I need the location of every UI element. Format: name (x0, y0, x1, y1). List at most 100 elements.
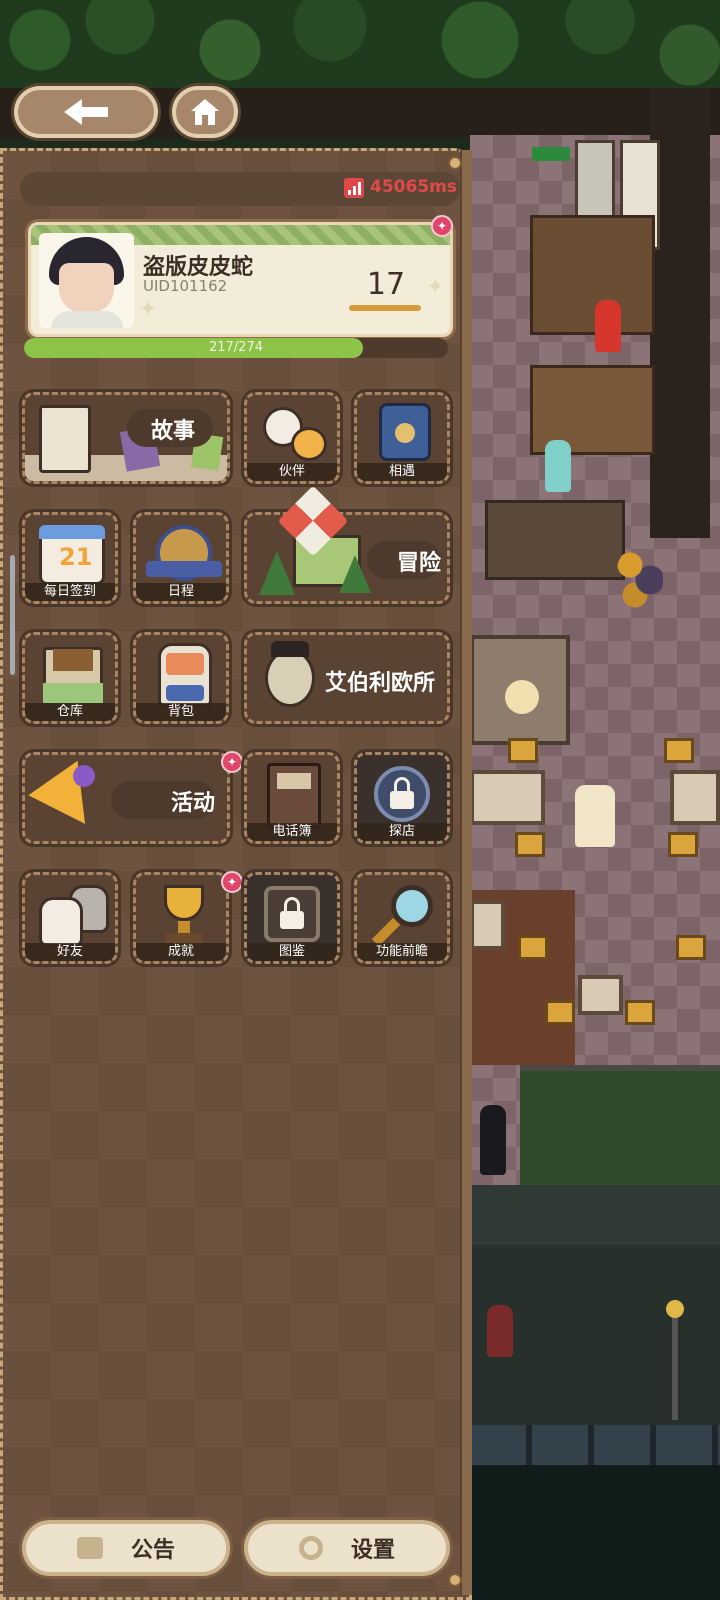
level-underline (349, 305, 421, 311)
story-label: 故事 (151, 419, 196, 444)
cafe-table (578, 975, 623, 1015)
panel-border (460, 150, 472, 1595)
owl-icon (265, 649, 315, 707)
avatar[interactable] (39, 233, 134, 328)
avatar-face (59, 263, 114, 313)
activity-label: 活动 (171, 791, 216, 816)
friends-label: 好友 (25, 943, 115, 961)
magnifier-icon (391, 885, 433, 927)
level-number: 17 (366, 267, 406, 302)
scrollbar[interactable] (10, 555, 15, 675)
partner-button[interactable]: 伙伴 (244, 392, 340, 484)
sparkle-icon: ✦ (139, 297, 158, 322)
gear-icon (298, 1536, 323, 1560)
activity-button[interactable]: 活动 (22, 752, 230, 844)
ping-value: 45065ms (370, 177, 457, 197)
cat-icon (291, 427, 327, 461)
back-button[interactable] (14, 86, 158, 138)
daily-checkin-label: 每日签到 (25, 583, 115, 601)
pavement (470, 1185, 720, 1245)
chair (625, 1000, 655, 1025)
explore-label: 探店 (357, 823, 447, 841)
npc-character[interactable] (595, 300, 621, 352)
lamp (505, 680, 539, 714)
chair (676, 935, 706, 960)
avatar-shirt (51, 311, 123, 328)
back-arrow-icon (64, 99, 108, 125)
profile-card[interactable]: 盗版皮皮蛇 UID101162 17 ✦ ✦ (28, 222, 453, 337)
warehouse-button[interactable]: 仓库 (22, 632, 118, 724)
backpack-pocket (166, 653, 204, 675)
partner-label: 伙伴 (247, 463, 337, 481)
bakery-counter (530, 215, 655, 335)
explore-button[interactable]: 探店 (354, 752, 450, 844)
water (470, 1465, 720, 1600)
guide-button[interactable]: 图鉴 (244, 872, 340, 964)
phone-dial (395, 423, 415, 443)
panel-corner (448, 1573, 462, 1587)
ribbon-icon (146, 561, 222, 577)
backpack-pocket (166, 685, 204, 701)
achievements-button[interactable]: 成就 (133, 872, 229, 964)
briefcase-icon (76, 1537, 103, 1559)
backpack-button[interactable]: 背包 (133, 632, 229, 724)
user-id: UID101162 (143, 277, 228, 295)
adventure-label: 冒险 (397, 551, 442, 576)
warehouse-label: 仓库 (25, 703, 115, 721)
chair (664, 738, 694, 763)
preview-button[interactable]: 功能前瞻 (354, 872, 450, 964)
book-icon (39, 405, 91, 473)
hat-icon (271, 641, 309, 657)
lock-icon (264, 886, 320, 942)
signal-icon (344, 178, 364, 198)
cafe-table (670, 770, 720, 825)
calendar-day: 21 (59, 543, 93, 571)
notification-badge: ✦ (431, 215, 453, 237)
railing (470, 1425, 720, 1465)
panel-corner (448, 156, 462, 170)
garden (520, 1065, 720, 1185)
lock-icon (374, 766, 430, 822)
phonebook-button[interactable]: 电话簿 (244, 752, 340, 844)
home-icon (191, 99, 219, 125)
npc-character[interactable] (480, 1105, 506, 1175)
sparkle-icon: ✦ (426, 275, 445, 300)
preview-label: 功能前瞻 (357, 943, 447, 961)
agency-button[interactable]: 艾伯利欧所 (244, 632, 450, 724)
notification-badge: ✦ (221, 751, 243, 773)
achievements-label: 成就 (136, 943, 226, 961)
notice-button[interactable]: 公告 (22, 1520, 230, 1576)
chair (508, 738, 538, 763)
story-button[interactable]: 故事 (22, 392, 230, 484)
balloons (615, 545, 663, 615)
daily-checkin-button[interactable]: 21 每日签到 (22, 512, 118, 604)
chair (668, 832, 698, 857)
trophy-stem (178, 921, 190, 933)
chair (545, 1000, 575, 1025)
cafe-table (470, 900, 505, 950)
notice-label: 公告 (130, 1538, 175, 1563)
settings-button[interactable]: 设置 (244, 1520, 450, 1576)
home-button[interactable] (172, 86, 238, 138)
calendar-header (39, 525, 105, 539)
backpack-label: 背包 (136, 703, 226, 721)
schedule-button[interactable]: 日程 (133, 512, 229, 604)
street-lamp-light (666, 1300, 684, 1318)
chair (518, 935, 548, 960)
trophy-icon (164, 885, 204, 921)
xp-bar: 217/274 (24, 338, 448, 358)
magnifier-handle (371, 917, 401, 947)
npc-character[interactable] (575, 785, 615, 847)
adventure-button[interactable]: 冒险 (244, 512, 450, 604)
guide-label: 图鉴 (247, 943, 337, 961)
phonebook-label-plate (277, 773, 311, 789)
crate-icon (53, 649, 93, 671)
forest-treetops (0, 0, 720, 95)
npc-character[interactable] (487, 1305, 513, 1357)
exit-sign (532, 147, 570, 161)
encounter-button[interactable]: 相遇 (354, 392, 450, 484)
settings-label: 设置 (350, 1538, 395, 1563)
npc-character[interactable] (545, 440, 571, 492)
tree-icon (259, 551, 295, 595)
friends-button[interactable]: 好友 (22, 872, 118, 964)
